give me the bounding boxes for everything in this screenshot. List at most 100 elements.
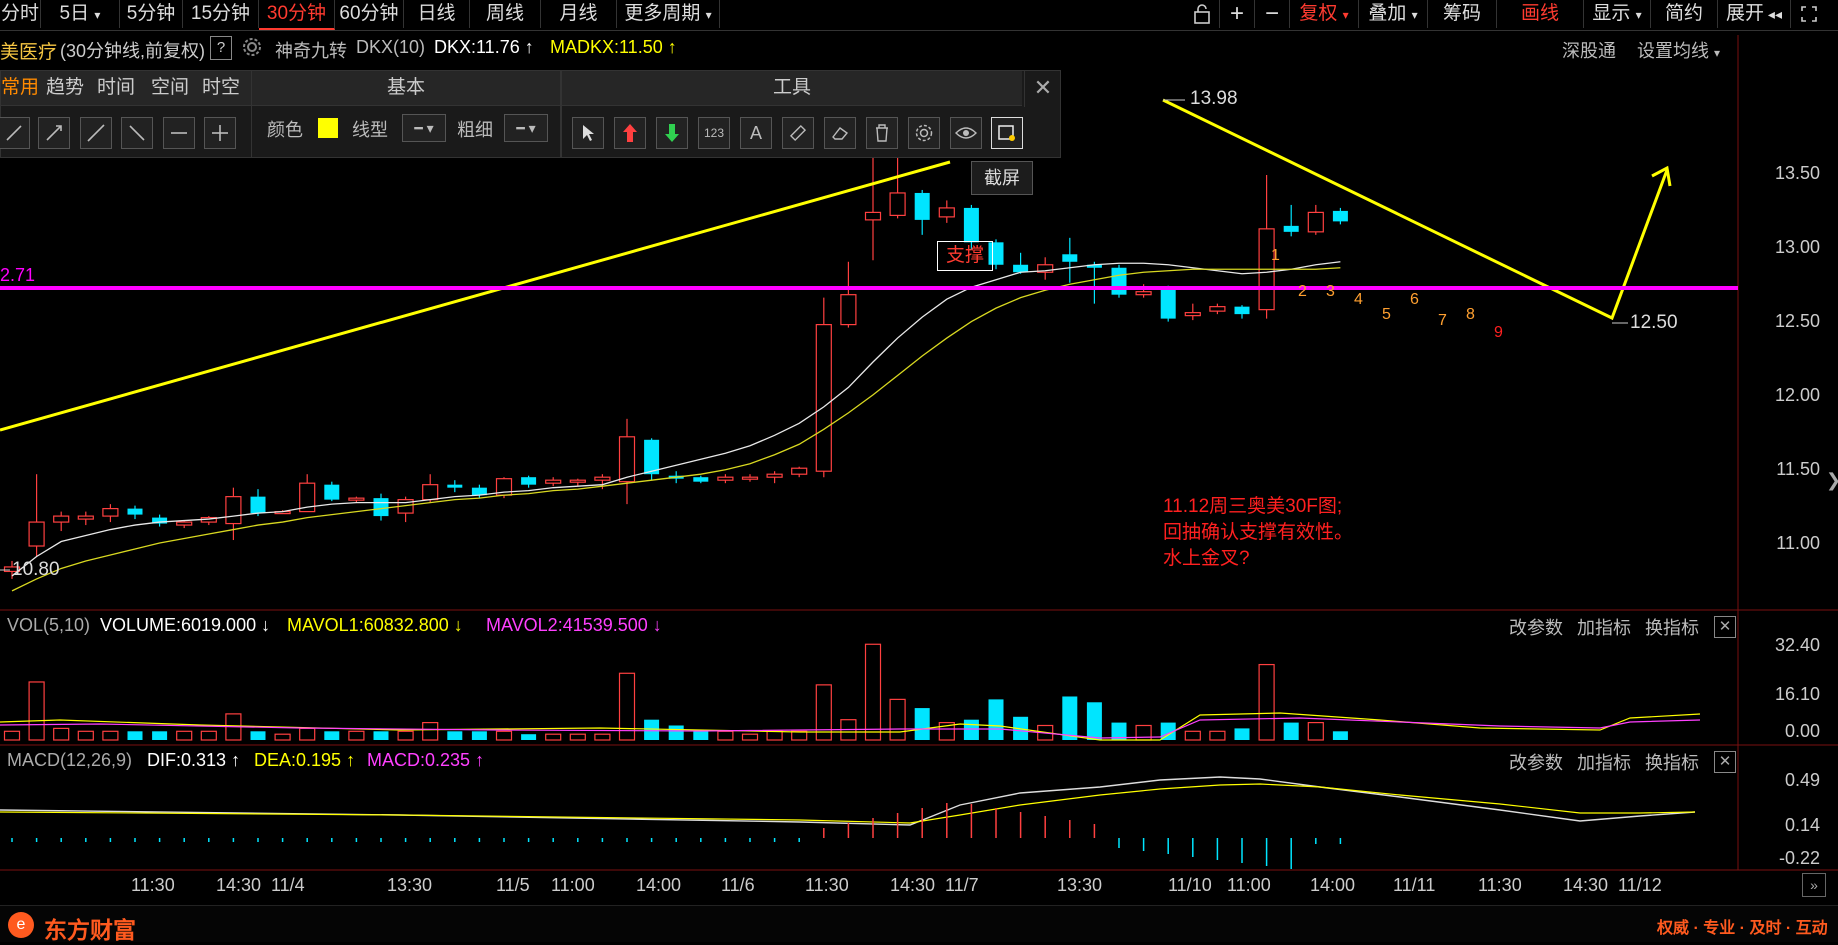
close-icon[interactable]: ✕	[1024, 71, 1061, 107]
tab-spacetime[interactable]: 时空	[202, 71, 240, 105]
volume-bar	[988, 699, 1004, 740]
close-icon[interactable]: ✕	[1714, 751, 1736, 773]
time-tick: 11/5	[496, 875, 530, 895]
right-scroll-handle[interactable]: ❯	[1826, 470, 1838, 491]
vol-value: VOLUME:6019.000 ↓	[100, 612, 270, 638]
candle-body	[1135, 291, 1152, 296]
time-tick: 11:00	[1227, 875, 1271, 895]
vol-tick: 0.00	[1784, 721, 1820, 741]
macd-title[interactable]: MACD(12,26,9)	[7, 747, 132, 773]
ruler-icon[interactable]	[782, 117, 814, 149]
straight-line-icon[interactable]	[80, 117, 112, 149]
candle-body	[618, 436, 636, 483]
scroll-right-button[interactable]: »	[1802, 873, 1826, 897]
vol-add-indicator[interactable]: 加指标	[1577, 614, 1631, 640]
volume-bars	[0, 643, 1701, 741]
volume-bar	[717, 730, 734, 741]
vol-tick: 16.10	[1774, 684, 1820, 704]
eraser-icon[interactable]	[824, 117, 856, 149]
candle-body	[324, 484, 340, 500]
candle	[1037, 257, 1054, 280]
price-tick: 11.00	[1776, 533, 1820, 553]
volume-bar	[176, 730, 193, 741]
width-select[interactable]: ━ ▾	[504, 114, 548, 142]
candle	[127, 505, 143, 520]
tools-title: 工具	[562, 71, 1022, 106]
volume-bar	[53, 727, 70, 741]
volume-bar	[299, 727, 316, 741]
color-swatch[interactable]	[318, 118, 338, 138]
tab-common[interactable]: 常用	[1, 71, 39, 105]
volume-bar	[1283, 722, 1299, 740]
volume-bar	[200, 730, 217, 741]
time-tick: 13:30	[1057, 875, 1103, 895]
cross-line-icon[interactable]	[204, 117, 236, 149]
candle-body	[422, 484, 439, 501]
cursor-icon[interactable]	[572, 117, 604, 149]
diagonal-line-icon[interactable]	[121, 117, 153, 149]
segment-line-icon[interactable]	[0, 117, 30, 149]
time-tick: 11/10	[1168, 875, 1212, 895]
volume-bar	[741, 733, 759, 741]
volume-bar	[644, 719, 660, 740]
number-tool-icon[interactable]: 123	[698, 117, 730, 149]
text-tool-icon[interactable]: A	[740, 117, 772, 149]
close-icon[interactable]: ✕	[1714, 616, 1736, 638]
count-label: 4	[1354, 291, 1363, 308]
up-arrow-icon: ↑	[231, 750, 241, 770]
vol-change-params[interactable]: 改参数	[1509, 614, 1563, 640]
candle	[1234, 305, 1250, 319]
candle	[397, 496, 414, 523]
tab-space[interactable]: 空间	[151, 71, 189, 105]
settings-icon[interactable]	[908, 117, 940, 149]
candle	[28, 474, 45, 557]
note-text: 11.12周三奥美30F图; 回抽确认支撑有效性。 水上金叉?	[1163, 494, 1353, 572]
candle	[102, 504, 119, 523]
time-tick: 13:30	[387, 875, 433, 895]
candle-body	[1234, 306, 1250, 315]
up-arrow-tool-icon[interactable]	[614, 117, 646, 149]
macd-switch-indicator[interactable]: 换指标	[1645, 749, 1699, 775]
tab-time[interactable]: 时间	[97, 71, 135, 105]
screenshot-icon[interactable]	[991, 117, 1023, 149]
candle-body	[545, 479, 562, 484]
candle-body	[447, 484, 463, 488]
candle	[250, 489, 266, 517]
candle	[53, 511, 70, 532]
candle-body	[1013, 264, 1029, 273]
candle	[545, 477, 562, 487]
width-label: 粗细	[457, 120, 493, 140]
ray-line-icon[interactable]	[38, 117, 70, 149]
time-tick: 11/7	[945, 875, 979, 895]
candle-body	[348, 497, 365, 501]
eye-icon[interactable]	[950, 117, 982, 149]
candle-body	[77, 515, 94, 520]
candle	[1184, 303, 1201, 321]
trash-icon[interactable]	[866, 117, 898, 149]
up-arrow-icon: ↑	[346, 750, 356, 770]
macd-change-params[interactable]: 改参数	[1509, 749, 1563, 775]
macd-dif-text: DIF:0.313	[147, 750, 227, 770]
candle-body	[521, 477, 537, 485]
tab-trend[interactable]: 趋势	[46, 71, 84, 105]
candle	[618, 418, 636, 505]
macd-add-indicator[interactable]: 加指标	[1577, 749, 1631, 775]
vol-switch-indicator[interactable]: 换指标	[1645, 614, 1699, 640]
volume-bar	[618, 672, 636, 741]
line-type-select[interactable]: ━ ▾	[402, 114, 446, 142]
line-type-label: 线型	[352, 120, 388, 140]
left-low-price-label: 10.80	[12, 559, 60, 580]
candle-body	[693, 477, 709, 482]
candle-body	[791, 467, 808, 475]
horizontal-line-icon[interactable]	[163, 117, 195, 149]
vol-title[interactable]: VOL(5,10)	[7, 612, 90, 638]
volume-bar	[28, 681, 45, 741]
candle-body	[1283, 225, 1299, 232]
volume-bar	[594, 733, 611, 741]
volume-bar	[1209, 730, 1226, 741]
macd-macd: MACD:0.235 ↑	[367, 747, 484, 773]
note-line-3: 水上金叉?	[1163, 548, 1250, 569]
down-arrow-tool-icon[interactable]	[656, 117, 688, 149]
time-tick: 11:00	[551, 875, 595, 895]
volume-bar	[324, 731, 340, 740]
